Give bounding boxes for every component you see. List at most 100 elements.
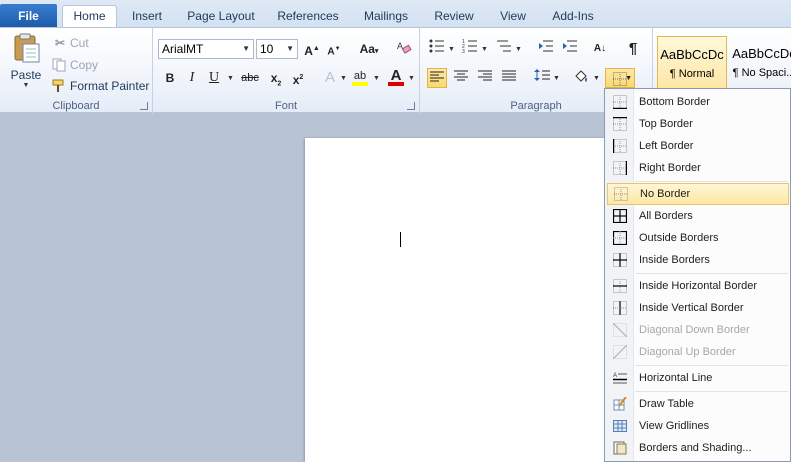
font-size-combo[interactable]: 10 ▼ bbox=[256, 39, 298, 59]
menu-item-label: Draw Table bbox=[639, 398, 694, 410]
all-borders-icon bbox=[613, 209, 627, 223]
svg-text:A: A bbox=[613, 373, 617, 379]
inside-horizontal-border-icon bbox=[613, 279, 627, 293]
shading-icon[interactable] bbox=[571, 68, 591, 88]
bullets-dropdown-icon[interactable]: ▼ bbox=[448, 46, 455, 53]
strikethrough-icon[interactable]: abc bbox=[238, 68, 262, 88]
style-no-spacing[interactable]: AaBbCcDc ¶ No Spaci... bbox=[729, 36, 791, 90]
borders-button[interactable]: ▼ bbox=[605, 68, 635, 88]
font-color-bar bbox=[388, 82, 404, 86]
text-highlight-color-icon[interactable]: ab bbox=[350, 66, 370, 86]
tab-insert[interactable]: Insert bbox=[123, 6, 171, 28]
menu-item-label: Left Border bbox=[639, 140, 694, 152]
shading-dropdown-icon[interactable]: ▼ bbox=[593, 75, 600, 82]
menu-item-label: No Border bbox=[640, 188, 691, 200]
tab-add-ins[interactable]: Add-Ins bbox=[546, 6, 600, 28]
align-left-icon[interactable] bbox=[427, 68, 447, 88]
menu-item-inside-horizontal-border[interactable]: Inside Horizontal Border bbox=[607, 275, 789, 297]
borders-dropdown-icon[interactable]: ▼ bbox=[625, 69, 632, 89]
line-spacing-icon[interactable] bbox=[532, 68, 552, 88]
menu-item-no-border[interactable]: No Border bbox=[607, 183, 789, 205]
line-spacing-dropdown-icon[interactable]: ▼ bbox=[553, 75, 560, 82]
tab-file[interactable]: File bbox=[0, 4, 57, 28]
bold-icon[interactable]: B bbox=[160, 68, 180, 88]
menu-item-label: Inside Vertical Border bbox=[639, 302, 744, 314]
text-cursor bbox=[400, 232, 401, 247]
menu-item-right-border[interactable]: Right Border bbox=[607, 157, 789, 179]
font-name-combo[interactable]: ArialMT ▼ bbox=[158, 39, 254, 59]
copy-icon bbox=[52, 58, 66, 72]
menu-item-all-borders[interactable]: All Borders bbox=[607, 205, 789, 227]
align-right-icon[interactable] bbox=[475, 68, 495, 88]
menu-item-label: Diagonal Up Border bbox=[639, 346, 736, 358]
paste-button[interactable]: Paste ▼ bbox=[6, 32, 46, 92]
menu-item-outside-borders[interactable]: Outside Borders bbox=[607, 227, 789, 249]
tab-mailings[interactable]: Mailings bbox=[356, 6, 416, 28]
underline-icon[interactable]: U bbox=[204, 68, 224, 88]
menu-item-inside-borders[interactable]: Inside Borders bbox=[607, 249, 789, 271]
align-center-icon[interactable] bbox=[451, 68, 471, 88]
tab-view[interactable]: View bbox=[492, 6, 534, 28]
font-color-icon[interactable]: A bbox=[386, 66, 406, 86]
multilevel-list-icon[interactable] bbox=[494, 39, 514, 59]
font-dialog-launcher-icon[interactable] bbox=[407, 102, 415, 110]
show-formatting-marks-icon[interactable]: ¶ bbox=[623, 39, 643, 59]
view-gridlines-icon bbox=[613, 420, 627, 432]
text-effects-dropdown-icon[interactable]: ▼ bbox=[340, 75, 347, 82]
menu-item-draw-table[interactable]: Draw Table bbox=[607, 393, 789, 415]
tab-page-layout[interactable]: Page Layout bbox=[182, 6, 260, 28]
paste-dropdown-icon[interactable]: ▼ bbox=[23, 82, 30, 89]
menu-item-borders-and-shading[interactable]: Borders and Shading... bbox=[607, 437, 789, 459]
style-no-spacing-name: ¶ No Spaci... bbox=[732, 67, 791, 79]
style-normal[interactable]: AaBbCcDc ¶ Normal bbox=[657, 36, 727, 90]
borders-shading-icon bbox=[613, 441, 627, 455]
tab-references[interactable]: References bbox=[272, 6, 344, 28]
menu-item-top-border[interactable]: Top Border bbox=[607, 113, 789, 135]
superscript-icon[interactable]: x2 bbox=[288, 68, 308, 88]
increase-indent-icon[interactable] bbox=[560, 39, 580, 59]
justify-icon[interactable] bbox=[499, 68, 519, 88]
decrease-indent-icon[interactable] bbox=[536, 39, 556, 59]
grow-font-icon[interactable]: A▲ bbox=[302, 39, 322, 59]
clipboard-dialog-launcher-icon[interactable] bbox=[140, 102, 148, 110]
menu-item-label: Right Border bbox=[639, 162, 701, 174]
multilevel-dropdown-icon[interactable]: ▼ bbox=[515, 46, 522, 53]
italic-icon[interactable]: I bbox=[182, 68, 202, 88]
paste-icon bbox=[14, 33, 40, 63]
sort-icon[interactable]: A↓ bbox=[590, 39, 610, 59]
horizontal-line-icon: A bbox=[613, 373, 627, 384]
tab-review[interactable]: Review bbox=[428, 6, 480, 28]
menu-item-label: Bottom Border bbox=[639, 96, 710, 108]
menu-item-horizontal-line[interactable]: A Horizontal Line bbox=[607, 367, 789, 389]
borders-dropdown-menu: Bottom Border Top Border Left Border Rig… bbox=[604, 88, 791, 462]
tab-home[interactable]: Home bbox=[62, 5, 117, 28]
menu-item-diagonal-down-border[interactable]: Diagonal Down Border bbox=[607, 319, 789, 341]
outside-borders-icon bbox=[613, 231, 627, 245]
shrink-font-icon[interactable]: A▼ bbox=[324, 39, 344, 59]
chevron-down-icon[interactable]: ▼ bbox=[286, 40, 294, 58]
menu-item-label: Outside Borders bbox=[639, 232, 719, 244]
numbering-dropdown-icon[interactable]: ▼ bbox=[481, 46, 488, 53]
bullets-icon[interactable] bbox=[427, 39, 447, 59]
font-color-dropdown-icon[interactable]: ▼ bbox=[408, 75, 415, 82]
highlight-dropdown-icon[interactable]: ▼ bbox=[373, 75, 380, 82]
menu-item-label: Inside Horizontal Border bbox=[639, 280, 758, 292]
chevron-down-icon[interactable]: ▼ bbox=[242, 40, 250, 58]
subscript-icon[interactable]: x2 bbox=[266, 68, 286, 88]
font-group: ArialMT ▼ 10 ▼ A▲ A▼ Aa▾ A B I U ▼ abc x… bbox=[153, 28, 420, 114]
inside-borders-icon bbox=[613, 253, 627, 267]
style-no-spacing-sample: AaBbCcDc bbox=[732, 46, 791, 61]
copy-button[interactable]: Copy bbox=[52, 56, 98, 74]
menu-item-inside-vertical-border[interactable]: Inside Vertical Border bbox=[607, 297, 789, 319]
numbering-icon[interactable]: 123 bbox=[460, 39, 480, 59]
clear-formatting-icon[interactable]: A bbox=[394, 39, 414, 59]
underline-dropdown-icon[interactable]: ▼ bbox=[227, 75, 234, 82]
menu-item-left-border[interactable]: Left Border bbox=[607, 135, 789, 157]
cut-button[interactable]: ✂ Cut bbox=[52, 34, 89, 52]
menu-item-diagonal-up-border[interactable]: Diagonal Up Border bbox=[607, 341, 789, 363]
menu-item-bottom-border[interactable]: Bottom Border bbox=[607, 91, 789, 113]
text-effects-icon[interactable]: A bbox=[320, 68, 340, 88]
change-case-icon[interactable]: Aa▾ bbox=[356, 39, 382, 59]
menu-item-view-gridlines[interactable]: View Gridlines bbox=[607, 415, 789, 437]
format-painter-button[interactable]: Format Painter bbox=[52, 77, 149, 95]
